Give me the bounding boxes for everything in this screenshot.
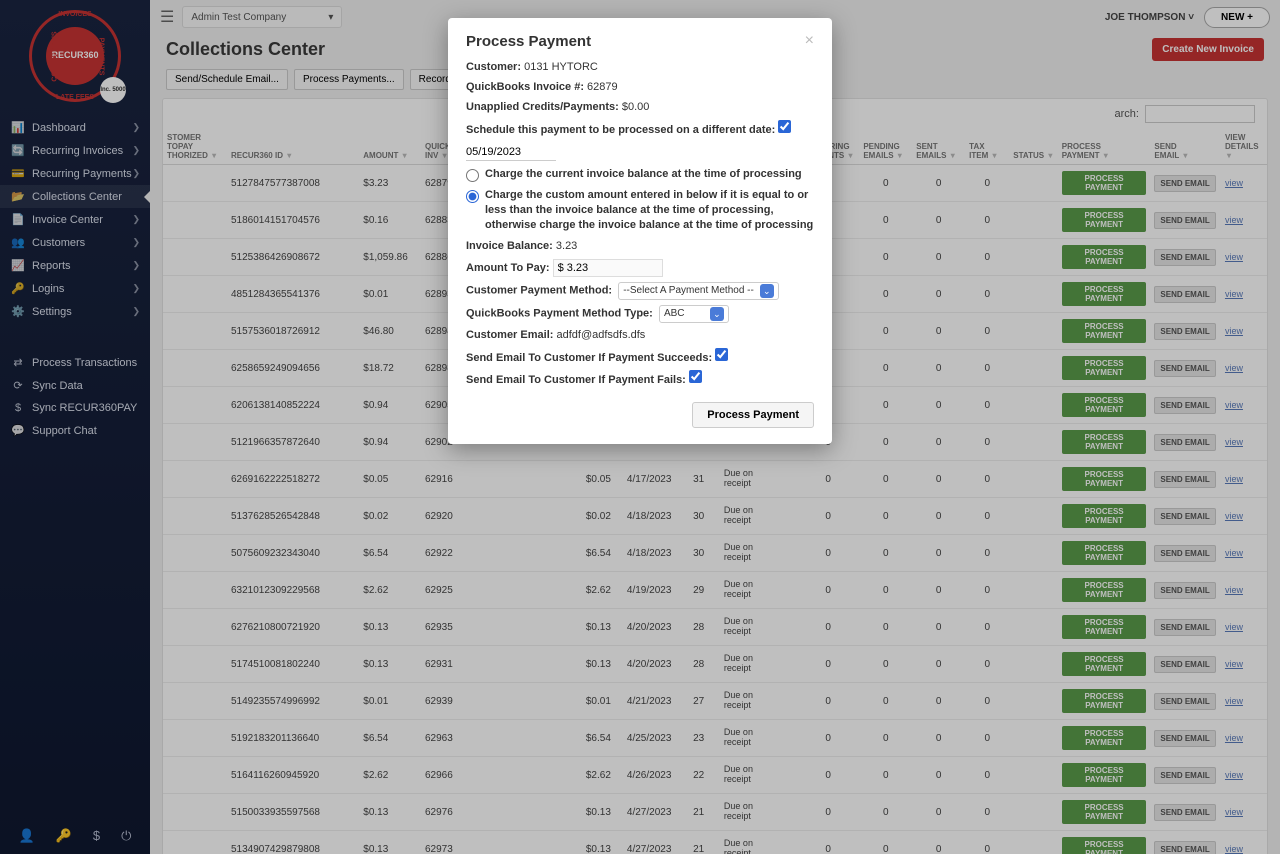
process-payment-modal: Process Payment × Customer: 0131 HYTORC …	[448, 18, 832, 444]
pay-method-select[interactable]: --Select A Payment Method --⌄	[618, 282, 779, 300]
chevron-down-icon: ⌄	[760, 284, 774, 298]
schedule-label: Schedule this payment to be processed on…	[466, 124, 775, 136]
qb-type-select[interactable]: ABC⌄	[659, 305, 729, 323]
unapplied-label: Unapplied Credits/Payments:	[466, 101, 619, 113]
charge-custom-label: Charge the custom amount entered in belo…	[485, 188, 814, 233]
customer-label: Customer:	[466, 61, 521, 73]
modal-overlay: Process Payment × Customer: 0131 HYTORC …	[0, 0, 1280, 854]
cust-email-label: Customer Email:	[466, 329, 553, 341]
schedule-checkbox[interactable]	[778, 120, 791, 133]
modal-title: Process Payment	[466, 33, 591, 50]
cust-email-value: adfdf@adfsdfs.dfs	[556, 329, 645, 341]
pay-method-label: Customer Payment Method:	[466, 284, 612, 296]
customer-value: 0131 HYTORC	[524, 61, 598, 73]
chevron-down-icon: ⌄	[710, 307, 724, 321]
email-success-checkbox[interactable]	[715, 348, 728, 361]
qb-invoice-value: 62879	[587, 81, 618, 93]
invoice-balance-label: Invoice Balance:	[466, 240, 553, 252]
unapplied-value: $0.00	[622, 101, 650, 113]
email-fail-checkbox[interactable]	[689, 370, 702, 383]
schedule-date-input[interactable]	[466, 144, 556, 161]
qb-invoice-label: QuickBooks Invoice #:	[466, 81, 584, 93]
amount-to-pay-label: Amount To Pay:	[466, 262, 550, 274]
email-success-label: Send Email To Customer If Payment Succee…	[466, 352, 712, 364]
charge-current-label: Charge the current invoice balance at th…	[485, 167, 802, 182]
email-fail-label: Send Email To Customer If Payment Fails:	[466, 374, 686, 386]
invoice-balance-value: 3.23	[556, 240, 577, 252]
close-icon[interactable]: ×	[805, 32, 814, 50]
process-payment-button[interactable]: Process Payment	[692, 402, 814, 428]
amount-to-pay-input[interactable]	[553, 259, 663, 277]
charge-custom-radio[interactable]	[466, 190, 479, 203]
charge-current-radio[interactable]	[466, 169, 479, 182]
qb-type-label: QuickBooks Payment Method Type:	[466, 307, 653, 319]
